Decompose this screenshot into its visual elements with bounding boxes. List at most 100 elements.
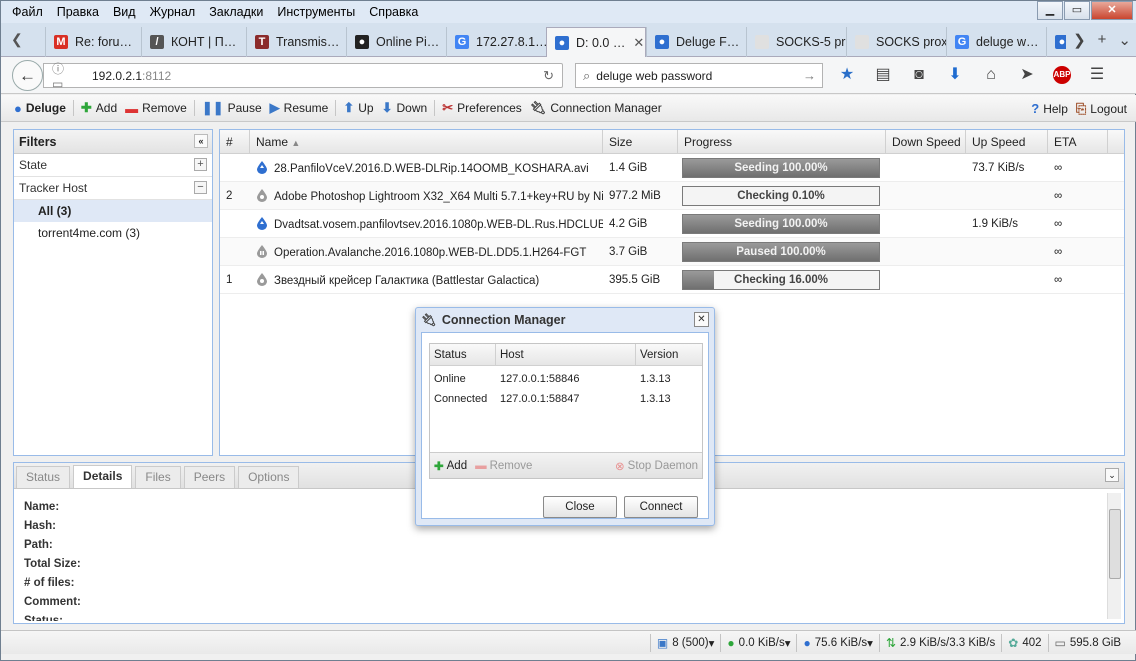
host-row[interactable]: Connected 127.0.0.1:58847 1.3.13 bbox=[430, 389, 702, 409]
field-num-files: # of files: bbox=[24, 577, 75, 589]
col-eta[interactable]: ETA bbox=[1048, 130, 1108, 153]
home-icon[interactable]: ⌂ bbox=[981, 65, 1001, 85]
tab-peers[interactable]: Peers bbox=[183, 466, 236, 488]
help-button[interactable]: ? Help bbox=[1027, 98, 1072, 119]
browser-tab[interactable]: ● D: 0.0 … ✕ bbox=[546, 27, 646, 58]
col-up-speed[interactable]: Up Speed bbox=[966, 130, 1048, 153]
col-down-speed[interactable]: Down Speed bbox=[886, 130, 966, 153]
reload-icon[interactable]: ↻ bbox=[543, 68, 554, 84]
protocol-traffic-status: ⇅ 2.9 KiB/s/3.3 KiB/s bbox=[878, 633, 1001, 652]
pause-button[interactable]: ❚❚ Pause bbox=[198, 98, 266, 119]
tab-details[interactable]: Details bbox=[73, 465, 133, 488]
add-host-button[interactable]: ✚ Add bbox=[430, 459, 471, 473]
bookmark-star-icon[interactable]: ★ bbox=[837, 65, 857, 85]
browser-tab[interactable]: SOCKS proxy … bbox=[846, 27, 946, 57]
download-drop-icon: ● bbox=[727, 635, 735, 650]
connections-status[interactable]: ▣ 8 (500) ▾ bbox=[649, 633, 721, 652]
adblock-plus-icon[interactable]: ABP bbox=[1053, 66, 1071, 84]
remove-torrent-button[interactable]: ▬ Remove bbox=[121, 98, 191, 119]
hamburger-menu-icon[interactable]: ☰ bbox=[1087, 65, 1107, 85]
maximize-button[interactable]: ▭ bbox=[1064, 1, 1090, 20]
search-bar[interactable]: ⌕ → bbox=[575, 63, 823, 88]
dialog-titlebar[interactable]: 🔌︎ Connection Manager bbox=[416, 308, 714, 332]
table-row[interactable]: 1 Звездный крейсер Галактика (Battlestar … bbox=[220, 266, 1124, 294]
search-go-icon[interactable]: → bbox=[803, 68, 816, 83]
stop-daemon-button[interactable]: ⊗ Stop Daemon bbox=[611, 459, 702, 473]
host-col-host[interactable]: Host bbox=[496, 344, 636, 365]
tab-files[interactable]: Files bbox=[135, 466, 181, 488]
queue-down-button[interactable]: ⬇ Down bbox=[378, 98, 432, 119]
address-url[interactable]: 192.0.2.1:8112 bbox=[92, 69, 171, 83]
browser-tab[interactable]: ● Deluge F… bbox=[646, 27, 746, 57]
menu-view[interactable]: Вид bbox=[106, 5, 143, 19]
close-button[interactable]: Close bbox=[543, 496, 617, 518]
address-bar[interactable]: ⓘ ▭ 192.0.2.1:8112 ↻ bbox=[43, 60, 563, 91]
search-input[interactable] bbox=[596, 68, 797, 83]
browser-tab[interactable]: SOCKS-5 prox… bbox=[746, 27, 846, 57]
browser-tab[interactable]: Gdeluge w… bbox=[946, 27, 1046, 57]
close-tab-icon[interactable]: ✕ bbox=[633, 35, 644, 51]
reading-list-icon[interactable]: ▤ bbox=[873, 65, 893, 85]
menu-file[interactable]: Файл bbox=[5, 5, 50, 19]
connection-manager-button[interactable]: 🔌︎ Connection Manager bbox=[526, 98, 666, 119]
filter-group-tracker-host[interactable]: Tracker Host − bbox=[14, 177, 212, 200]
filter-group-state[interactable]: State + bbox=[14, 154, 212, 177]
upload-speed-status[interactable]: ● 75.6 KiB/s ▾ bbox=[796, 633, 878, 652]
send-icon[interactable]: ➤ bbox=[1017, 65, 1037, 85]
pocket-icon[interactable]: ◙ bbox=[909, 65, 929, 85]
resume-button[interactable]: ▶ Resume bbox=[266, 98, 333, 119]
tab-scroll-left-icon[interactable]: ❮ bbox=[11, 31, 23, 48]
menu-bookmarks[interactable]: Закладки bbox=[202, 5, 270, 19]
expand-plus-icon[interactable]: + bbox=[194, 158, 207, 171]
col-number[interactable]: # bbox=[220, 130, 250, 153]
window-controls: ▁ ▭ ✕ bbox=[1036, 1, 1133, 20]
tab-scroll-right-icon[interactable]: ❯ bbox=[1073, 31, 1086, 49]
close-window-button[interactable]: ✕ bbox=[1091, 1, 1133, 20]
col-size[interactable]: Size bbox=[603, 130, 678, 153]
site-info-icon[interactable]: ⓘ ▭ bbox=[52, 60, 68, 91]
tab-list-icon[interactable]: ⌄ bbox=[1118, 31, 1131, 49]
minimize-button[interactable]: ▁ bbox=[1037, 1, 1063, 20]
collapse-down-icon[interactable]: ⌄ bbox=[1105, 468, 1119, 482]
menu-tools[interactable]: Инструменты bbox=[270, 5, 362, 19]
host-col-status[interactable]: Status bbox=[430, 344, 496, 365]
scrollbar-thumb[interactable] bbox=[1109, 509, 1121, 579]
add-torrent-button[interactable]: ✚ Add bbox=[77, 98, 121, 119]
remove-host-button[interactable]: ▬ Remove bbox=[471, 460, 536, 472]
table-row[interactable]: 28.PanfiloVceV.2016.D.WEB-DLRip.14OOMB_K… bbox=[220, 154, 1124, 182]
queue-up-button[interactable]: ⬆ Up bbox=[339, 98, 377, 119]
collapse-left-icon[interactable]: « bbox=[194, 134, 208, 148]
connect-button[interactable]: Connect bbox=[624, 496, 698, 518]
dialog-close-icon[interactable]: ✕ bbox=[694, 312, 709, 327]
menu-edit[interactable]: Правка bbox=[50, 5, 106, 19]
col-progress[interactable]: Progress bbox=[678, 130, 886, 153]
host-row[interactable]: Online 127.0.0.1:58846 1.3.13 bbox=[430, 369, 702, 389]
col-name[interactable]: Name ▲ bbox=[250, 130, 603, 153]
browser-tab[interactable]: ● Online Pi… bbox=[346, 27, 446, 57]
browser-tab[interactable]: G 172.27.8.1… bbox=[446, 27, 546, 57]
pause-label: Pause bbox=[227, 101, 262, 115]
browser-tab[interactable]: T Transmis… bbox=[246, 27, 346, 57]
browser-tab[interactable]: M Re: foru… bbox=[45, 27, 141, 57]
browser-tab[interactable]: ● bbox=[1046, 27, 1066, 57]
back-button[interactable]: ← bbox=[12, 60, 43, 91]
host-col-version[interactable]: Version bbox=[636, 344, 702, 365]
preferences-button[interactable]: ✂ Preferences bbox=[438, 98, 526, 119]
tab-options[interactable]: Options bbox=[238, 466, 300, 488]
menu-history[interactable]: Журнал bbox=[143, 5, 203, 19]
table-row[interactable]: Dvadtsat.vosem.panfilovtsev.2016.1080p.W… bbox=[220, 210, 1124, 238]
details-scrollbar[interactable] bbox=[1107, 493, 1121, 619]
collapse-minus-icon[interactable]: − bbox=[194, 181, 207, 194]
table-row[interactable]: 2 Adobe Photoshop Lightroom X32_X64 Multi… bbox=[220, 182, 1124, 210]
downloads-icon[interactable]: ⬇ bbox=[945, 65, 965, 85]
logout-button[interactable]: ⎘ Logout bbox=[1072, 98, 1131, 119]
new-tab-icon[interactable]: + bbox=[1098, 31, 1107, 49]
browser-tab[interactable]: / КОНТ | П… bbox=[141, 27, 246, 57]
filter-item-all[interactable]: All (3) bbox=[14, 200, 212, 222]
tab-status[interactable]: Status bbox=[16, 466, 71, 488]
filter-item-tracker[interactable]: torrent4me.com (3) bbox=[14, 222, 212, 244]
download-speed-status[interactable]: ● 0.0 KiB/s ▾ bbox=[720, 633, 796, 652]
table-row[interactable]: Operation.Avalanche.2016.1080p.WEB-DL.DD… bbox=[220, 238, 1124, 266]
menu-help[interactable]: Справка bbox=[362, 5, 425, 19]
upload-drop-icon: ● bbox=[803, 635, 811, 650]
